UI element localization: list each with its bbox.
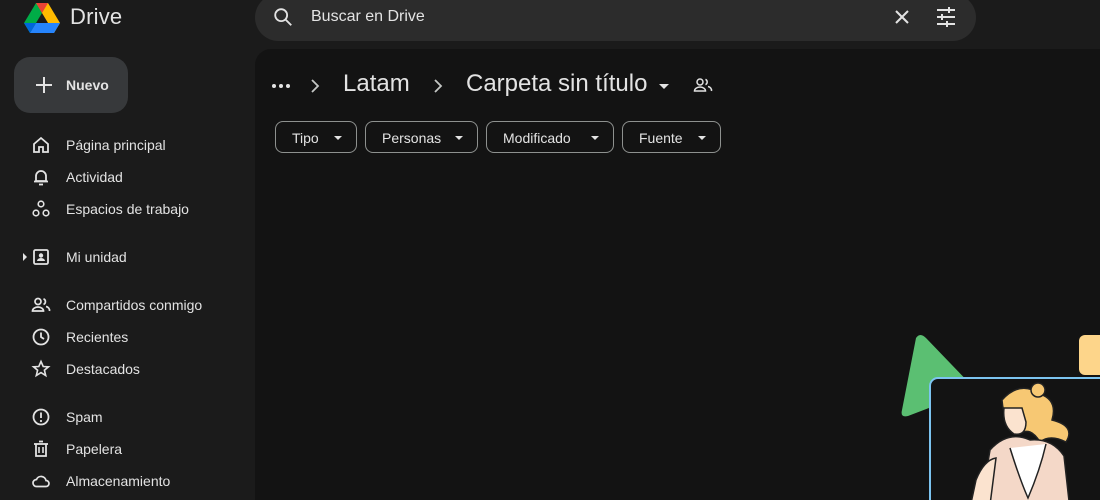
- filter-chip-label: Modificado: [503, 130, 571, 146]
- app-name: Drive: [70, 4, 123, 29]
- sidebar-item-label: Recientes: [66, 329, 129, 345]
- sidebar-item-label: Espacios de trabajo: [66, 201, 189, 217]
- sidebar-item-label: Mi unidad: [66, 249, 127, 265]
- sidebar-item-label: Spam: [66, 409, 103, 425]
- sidebar-item-trash[interactable]: Papelera: [0, 433, 240, 465]
- my-drive-icon: [33, 249, 49, 265]
- expand-caret-icon[interactable]: [22, 253, 28, 261]
- search-bar[interactable]: Buscar en Drive: [255, 0, 976, 41]
- breadcrumb-current[interactable]: Carpeta sin título: [466, 70, 647, 98]
- drive-logo-icon: [24, 3, 60, 33]
- arrow-drop-down-icon: [698, 136, 706, 140]
- close-icon[interactable]: [892, 7, 912, 27]
- arrow-drop-down-icon: [591, 136, 599, 140]
- sidebar-item-storage[interactable]: Almacenamiento: [0, 465, 240, 497]
- clock-icon: [32, 328, 50, 346]
- filter-chip-type[interactable]: Tipo: [275, 121, 357, 153]
- sidebar-item-home[interactable]: Página principal: [0, 129, 240, 161]
- shared-folder-icon[interactable]: [692, 75, 714, 95]
- sidebar-item-activity[interactable]: Actividad: [0, 161, 240, 193]
- workspaces-icon: [32, 200, 50, 217]
- spam-icon: [32, 408, 50, 426]
- sidebar-item-label: Papelera: [66, 441, 123, 457]
- filter-chip-label: Fuente: [639, 130, 683, 146]
- sidebar-item-shared[interactable]: Compartidos conmigo: [0, 289, 240, 321]
- sidebar-item-starred[interactable]: Destacados: [0, 353, 240, 385]
- filter-chip-label: Tipo: [292, 130, 319, 146]
- trash-icon: [34, 440, 48, 457]
- arrow-drop-down-icon[interactable]: [656, 78, 672, 94]
- plus-icon: [36, 77, 52, 93]
- sidebar-item-spam[interactable]: Spam: [0, 401, 240, 433]
- chevron-right-icon: [434, 79, 443, 93]
- sidebar-item-label: Página principal: [66, 137, 166, 153]
- arrow-drop-down-icon: [334, 136, 342, 140]
- new-button-label: Nuevo: [66, 77, 109, 93]
- tune-icon[interactable]: [935, 6, 957, 28]
- empty-folder-illustration: [901, 335, 1100, 500]
- sidebar-item-my-drive[interactable]: Mi unidad: [0, 241, 240, 273]
- star-icon: [31, 359, 51, 378]
- more-horiz-icon[interactable]: [270, 76, 292, 96]
- breadcrumb-parent[interactable]: Latam: [343, 70, 410, 98]
- bell-icon: [34, 170, 48, 186]
- search-icon[interactable]: [272, 6, 294, 28]
- drive-logo[interactable]: Drive: [24, 0, 122, 34]
- people-icon: [31, 297, 51, 312]
- filter-chip-modified[interactable]: Modificado: [486, 121, 614, 153]
- search-input[interactable]: Buscar en Drive: [311, 8, 425, 26]
- sidebar-item-workspaces[interactable]: Espacios de trabajo: [0, 193, 240, 225]
- filter-chip-people[interactable]: Personas: [365, 121, 478, 153]
- sidebar-item-label: Compartidos conmigo: [66, 297, 203, 313]
- arrow-drop-down-icon: [455, 136, 463, 140]
- chevron-right-icon: [311, 79, 320, 93]
- sidebar-item-label: Almacenamiento: [66, 473, 171, 489]
- filter-chip-label: Personas: [382, 130, 442, 146]
- sidebar-item-label: Actividad: [66, 169, 123, 185]
- home-icon: [33, 136, 49, 153]
- cloud-icon: [32, 475, 50, 488]
- sidebar-item-recent[interactable]: Recientes: [0, 321, 240, 353]
- new-button[interactable]: Nuevo: [14, 57, 128, 113]
- filter-chip-source[interactable]: Fuente: [622, 121, 721, 153]
- sidebar-item-label: Destacados: [66, 361, 140, 377]
